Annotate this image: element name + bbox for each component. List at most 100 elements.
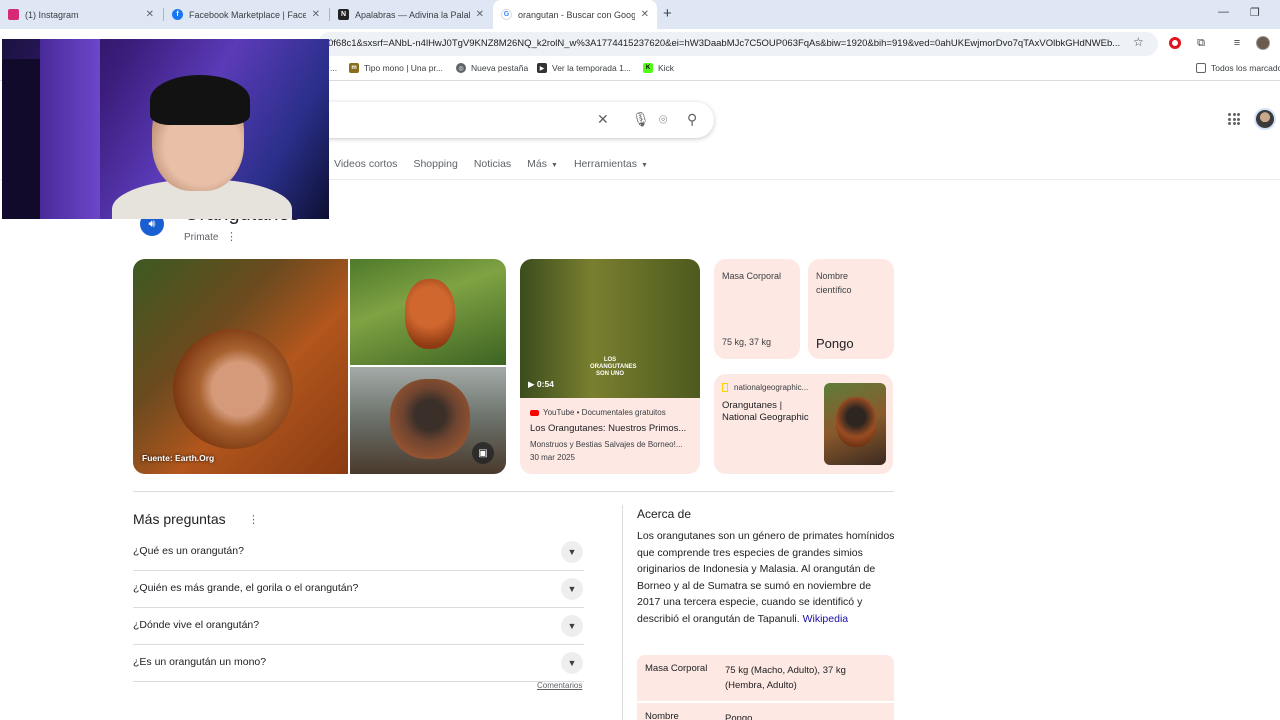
extensions-puzzle-icon[interactable]: ⧉: [1194, 36, 1208, 50]
natgeo-source-label: nationalgeographic...: [734, 383, 809, 392]
apalabras-icon: N: [338, 9, 349, 20]
tab-mas-label: Más: [527, 158, 548, 170]
more-options-icon[interactable]: ⋮: [248, 513, 259, 526]
webcam-background-door: [40, 39, 100, 219]
video-title[interactable]: Los Orangutanes: Nuestros Primos...: [530, 423, 695, 434]
account-avatar[interactable]: [1254, 108, 1276, 130]
new-tab-button[interactable]: +: [663, 5, 672, 22]
natgeo-card[interactable]: nationalgeographic... Orangutanes | Nati…: [714, 374, 893, 474]
tab-google-search[interactable]: G orangutan - Buscar con Google ✕: [493, 0, 657, 29]
app-root: (1) Instagram ✕ f Facebook Marketplace |…: [0, 0, 1280, 720]
microphone-icon[interactable]: 🎙︎: [632, 111, 650, 128]
chevron-down-icon[interactable]: ▼: [561, 578, 583, 600]
search-icon[interactable]: ⚲: [687, 111, 697, 128]
info-table: Masa Corporal 75 kg (Macho, Adulto), 37 …: [637, 655, 894, 720]
video-thumbnail[interactable]: LOS ORANGUTANES SON UNO ▶ 0:54: [520, 259, 700, 398]
column-divider: [622, 505, 623, 720]
paa-question[interactable]: ¿Qué es un orangután? ▼: [133, 534, 584, 571]
tab-apalabras[interactable]: N Apalabras — Adivina la Palabra ✕: [330, 0, 492, 29]
natgeo-thumbnail: [824, 383, 886, 465]
media-control-icon[interactable]: ≡: [1230, 36, 1244, 50]
orangutan-main-image[interactable]: Fuente: Earth.Org: [133, 259, 348, 474]
instagram-icon: [8, 9, 19, 20]
paa-question-text: ¿Dónde vive el orangután?: [133, 619, 260, 631]
tab-shopping[interactable]: Shopping: [413, 158, 457, 170]
fact-card-nombre[interactable]: Nombre científico Pongo: [808, 259, 894, 359]
natgeo-logo-icon: [722, 383, 728, 392]
info-row: Nombre Pongo: [637, 703, 894, 720]
bookmark-star-icon[interactable]: ☆: [1133, 35, 1144, 49]
webcam-overlay: [2, 39, 329, 219]
maximize-icon[interactable]: ❐: [1250, 6, 1260, 19]
tab-instagram[interactable]: (1) Instagram ✕: [0, 0, 162, 29]
more-options-icon[interactable]: ⋮: [226, 230, 237, 243]
fact-card-masa[interactable]: Masa Corporal 75 kg, 37 kg: [714, 259, 800, 359]
chevron-down-icon[interactable]: ▼: [561, 652, 583, 674]
images-icon[interactable]: ▣: [472, 442, 494, 464]
tab-label: Apalabras — Adivina la Palabra: [355, 9, 470, 20]
tab-videos-cortos[interactable]: Videos cortos: [334, 158, 397, 170]
bookmark-temporada[interactable]: ▶ Ver la temporada 1...: [537, 63, 631, 73]
bookmark-kick[interactable]: K Kick: [643, 63, 674, 73]
close-icon[interactable]: ✕: [312, 9, 320, 20]
video-card[interactable]: LOS ORANGUTANES SON UNO ▶ 0:54 YouTube •…: [520, 259, 700, 474]
all-bookmarks-label: Todos los marcadores: [1211, 63, 1280, 73]
info-key: Nombre: [645, 711, 679, 720]
bookmark-overflow[interactable]: ...: [330, 63, 337, 73]
profile-avatar-icon[interactable]: [1256, 36, 1270, 50]
kick-icon: K: [643, 63, 653, 73]
play-icon: ▶: [537, 63, 547, 73]
bookmark-label: Ver la temporada 1...: [552, 63, 631, 73]
caret-down-icon: ▼: [640, 162, 648, 169]
chevron-down-icon[interactable]: ▼: [561, 541, 583, 563]
chevron-down-icon[interactable]: ▼: [561, 615, 583, 637]
wikipedia-link[interactable]: Wikipedia: [803, 613, 849, 625]
paa-question[interactable]: ¿Dónde vive el orangután? ▼: [133, 608, 584, 645]
orangutan-shape: [390, 379, 470, 459]
webcam-person-hair: [150, 75, 250, 125]
video-date: 30 mar 2025: [530, 453, 575, 462]
bookmark-nueva-pestana[interactable]: ◎ Nueva pestaña: [456, 63, 528, 73]
tab-label: Facebook Marketplace | Facebook: [189, 9, 306, 20]
lens-camera-icon[interactable]: ⌾: [659, 111, 667, 128]
orangutan-shape: [836, 397, 876, 447]
clear-icon[interactable]: ✕: [597, 111, 609, 128]
fact-label: Masa Corporal: [722, 271, 782, 281]
video-duration-value: 0:54: [536, 379, 554, 389]
video-duration: ▶ 0:54: [528, 379, 554, 389]
paa-question[interactable]: ¿Es un orangután un mono? ▼: [133, 645, 584, 682]
bookmark-tipo-mono[interactable]: m Tipo mono | Una pr...: [349, 63, 443, 73]
folder-icon: [1196, 63, 1206, 73]
close-icon[interactable]: ✕: [146, 9, 154, 20]
all-bookmarks[interactable]: Todos los marcadores: [1196, 63, 1280, 73]
natgeo-source: nationalgeographic...: [722, 383, 808, 392]
orangutan-image-2[interactable]: [350, 259, 506, 365]
tab-label: (1) Instagram: [25, 9, 79, 20]
minimize-icon[interactable]: —: [1218, 6, 1229, 18]
tab-noticias[interactable]: Noticias: [474, 158, 511, 170]
search-box[interactable]: ✕ 🎙︎ ⌾ ⚲: [300, 102, 714, 138]
address-bar[interactable]: 0f68c1&sxsrf=ANbL-n4lHwJ0TgV9KNZ8M26NQ_k…: [318, 32, 1158, 56]
video-thumb-text: LOS ORANGUTANES SON UNO: [590, 357, 637, 377]
info-value: Pongo: [725, 713, 753, 720]
paa-title: Más preguntas: [133, 511, 226, 527]
video-channel: Monstruos y Bestias Salvajes de Borneo!.…: [530, 440, 683, 449]
google-apps-icon[interactable]: [1228, 113, 1240, 125]
natgeo-title: Orangutanes | National Geographic: [722, 400, 809, 423]
video-source-label: YouTube • Documentales gratuitos: [543, 408, 666, 417]
close-icon[interactable]: ✕: [641, 9, 649, 20]
info-row: Masa Corporal 75 kg (Macho, Adulto), 37 …: [637, 655, 894, 703]
tab-mas[interactable]: Más ▼: [527, 158, 558, 170]
bookmark-label: Tipo mono | Una pr...: [364, 63, 443, 73]
opera-extension-icon[interactable]: [1168, 36, 1182, 50]
orangutan-image-3[interactable]: ▣: [350, 367, 506, 474]
close-icon[interactable]: ✕: [476, 9, 484, 20]
section-divider: [133, 491, 894, 492]
paa-question[interactable]: ¿Quién es más grande, el gorila o el ora…: [133, 571, 584, 608]
google-icon: G: [501, 9, 512, 20]
comments-link[interactable]: Comentarios: [537, 681, 582, 690]
tab-herramientas[interactable]: Herramientas ▼: [574, 158, 648, 170]
info-value: 75 kg (Macho, Adulto), 37 kg (Hembra, Ad…: [725, 665, 846, 691]
tab-facebook[interactable]: f Facebook Marketplace | Facebook ✕: [164, 0, 328, 29]
orangutan-shape: [405, 279, 455, 349]
